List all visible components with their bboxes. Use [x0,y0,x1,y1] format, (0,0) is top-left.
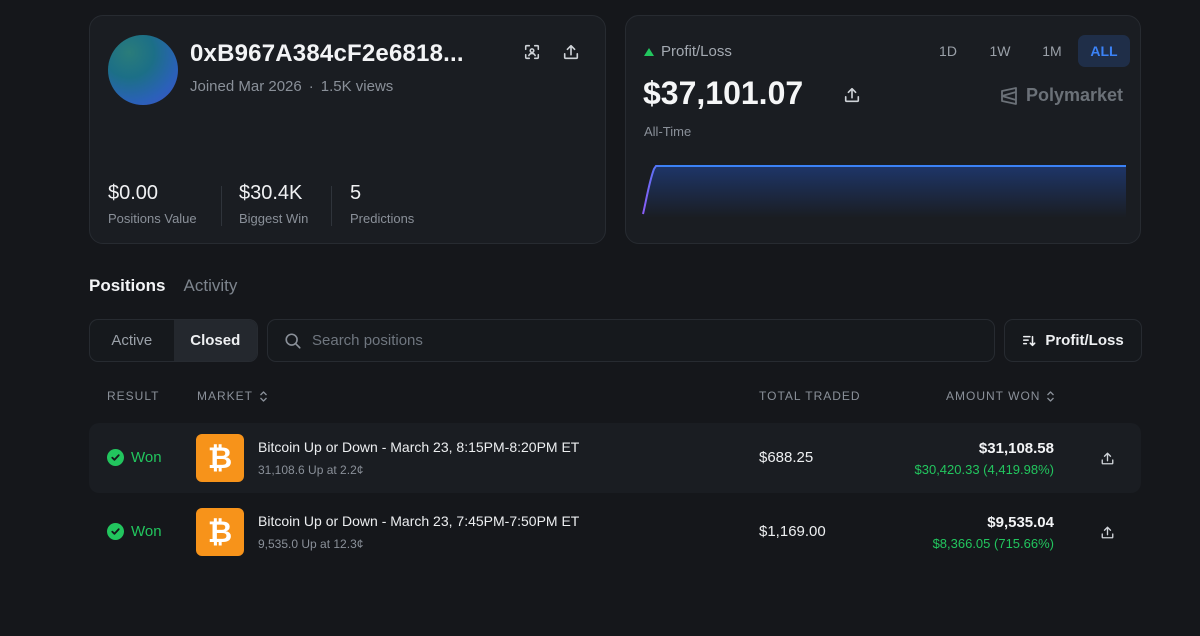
bitcoin-icon: ₿ [196,508,244,556]
profit-detail: $30,420.33 (4,419.98%) [914,462,1055,477]
wallet-address: 0xB967A384cF2e6818... [190,40,464,67]
share-icon[interactable] [1097,448,1117,468]
view-count: 1.5K views [320,78,394,95]
pnl-label-text: Profit/Loss [661,43,732,60]
search-input[interactable] [312,332,952,349]
tab-positions[interactable]: Positions [89,276,166,296]
share-icon[interactable] [841,84,863,106]
column-header-label: MARKET [197,389,254,403]
pnl-area [643,166,1126,218]
search-icon [285,332,301,349]
range-1d[interactable]: 1D [922,35,974,67]
amount-won: $9,535.04 [987,514,1054,531]
pnl-period: All-Time [644,124,692,139]
divider [331,186,332,226]
total-traded: $1,169.00 [759,523,826,540]
column-header-amount-won[interactable]: AMOUNT WON [946,389,1055,403]
filter-closed-button[interactable]: Closed [173,320,257,361]
share-icon[interactable] [560,41,582,63]
bitcoin-icon: ₿ [196,434,244,482]
column-header-label: AMOUNT WON [946,389,1041,403]
sort-arrows-icon [260,390,267,402]
separator-dot: · [308,78,314,95]
sort-button[interactable]: Profit/Loss [1004,319,1142,362]
column-header-total-traded: TOTAL TRADED [759,389,861,403]
pnl-value: $37,101.07 [643,75,804,111]
stat-label: Biggest Win [239,211,309,226]
amount-won: $31,108.58 [978,440,1054,457]
total-traded: $688.25 [759,449,814,466]
result-text: Won [131,523,162,540]
table-row[interactable]: Won ₿ Bitcoin Up or Down - March 23, 8:1… [89,423,1141,493]
result-badge: Won [107,449,162,466]
polymarket-logo-icon [1001,86,1017,105]
tab-activity[interactable]: Activity [184,276,238,296]
check-icon [107,523,124,540]
check-icon [107,449,124,466]
stat-predictions: 5 Predictions [350,182,414,226]
result-text: Won [131,449,162,466]
sort-icon [1023,335,1036,346]
position-status-toggle: Active Closed [89,319,258,362]
result-badge: Won [107,523,162,540]
range-selector: 1D 1W 1M ALL [922,35,1130,67]
profile-tabs: Positions Activity [89,276,237,296]
column-header-result: RESULT [107,389,160,403]
stat-label: Predictions [350,211,415,226]
brand-name: Polymarket [1025,85,1123,105]
table-row[interactable]: Won ₿ Bitcoin Up or Down - March 23, 7:4… [89,497,1141,567]
divider [221,186,222,226]
pnl-chart [642,165,1126,218]
stat-value: 5 [350,182,362,204]
range-1m[interactable]: 1M [1026,35,1078,67]
market-title[interactable]: Bitcoin Up or Down - March 23, 7:45PM-7:… [258,513,579,529]
range-all[interactable]: ALL [1078,35,1130,67]
share-icon[interactable] [1097,522,1117,542]
column-header-market[interactable]: MARKET [197,389,268,403]
up-triangle-icon [644,47,654,56]
joined-info: Joined Mar 2026 · 1.5K views [190,78,393,95]
profit-detail: $8,366.05 (715.66%) [932,536,1054,551]
stat-positions-value: $0.00 Positions Value [108,182,197,226]
market-title[interactable]: Bitcoin Up or Down - March 23, 8:15PM-8:… [258,439,579,455]
range-1w[interactable]: 1W [974,35,1026,67]
stat-biggest-win: $30.4K Biggest Win [239,182,308,226]
profile-card: 0xB967A384cF2e6818... Joined Mar 2026 · 1.… [89,15,606,244]
sort-label: Profit/Loss [1045,332,1124,349]
market-detail: 31,108.6 Up at 2.2¢ [258,463,364,477]
profit-loss-card: Profit/Loss 1D 1W 1M ALL $37,101.07 All-… [625,15,1141,244]
avatar [108,35,178,105]
joined-date: Joined Mar 2026 [190,78,302,95]
stat-value: $0.00 [108,182,159,204]
filter-active-button[interactable]: Active [90,320,174,361]
search-box [267,319,995,362]
pnl-label: Profit/Loss [644,43,732,60]
scan-icon[interactable] [521,41,543,63]
stat-label: Positions Value [108,211,197,226]
stat-value: $30.4K [239,182,303,204]
market-detail: 9,535.0 Up at 12.3¢ [258,537,364,551]
sort-arrows-icon [1047,390,1055,402]
polymarket-brand: Polymarket [999,85,1123,106]
